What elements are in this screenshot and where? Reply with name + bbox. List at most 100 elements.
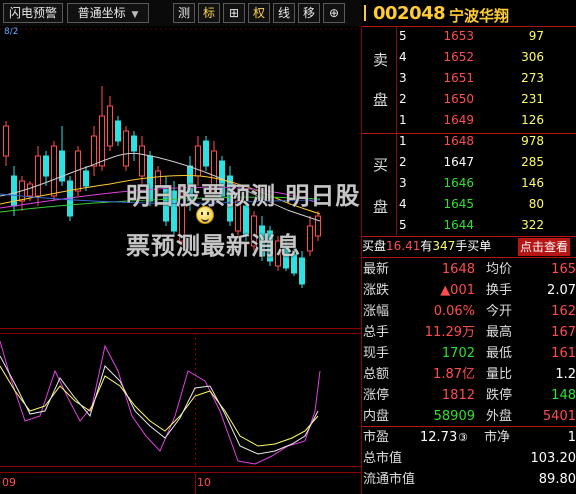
- trade-mid: 有: [420, 239, 433, 253]
- price: 1649: [443, 113, 474, 127]
- candlestick: [139, 145, 145, 177]
- mcap-row: 总市值 103.20: [362, 448, 576, 469]
- stat-right: 均价 165: [486, 259, 576, 280]
- stat-left: 现手 1702: [363, 343, 475, 364]
- asks-row[interactable]: 2 1650 231: [398, 92, 576, 114]
- view-detail-button[interactable]: 点击查看: [518, 238, 571, 256]
- bids-row[interactable]: 1 1648 978: [398, 134, 576, 156]
- float-label: 流通市值: [363, 472, 416, 487]
- coordinate-select[interactable]: 普通坐标 ▼: [67, 3, 149, 23]
- asks-row[interactable]: 4 1652 306: [398, 50, 576, 72]
- level: 1: [399, 134, 407, 148]
- level: 3: [399, 176, 407, 190]
- stat-value: 1702: [441, 346, 475, 361]
- bids-row[interactable]: 3 1646 146: [398, 176, 576, 198]
- asks-row[interactable]: 1 1649 126: [398, 113, 576, 135]
- candlestick: [3, 125, 9, 157]
- volume: 80: [528, 197, 544, 211]
- price: 1652: [443, 50, 474, 64]
- pe-row: 市盈 12.73 ③ 市净 1: [362, 427, 576, 448]
- flash-alert-button[interactable]: 闪电预警: [3, 3, 63, 23]
- measure-button[interactable]: 测: [173, 3, 195, 23]
- grid-icon[interactable]: ⊞: [223, 3, 245, 23]
- stat-key: 最低: [486, 346, 513, 361]
- coordinate-label: 普通坐标: [77, 6, 126, 20]
- stat-value: 162: [551, 304, 576, 319]
- volume: 306: [521, 50, 544, 64]
- stat-key: 涨跌: [363, 283, 390, 298]
- rights-button[interactable]: 权: [248, 3, 270, 23]
- stat-left: 最新 1648: [363, 259, 475, 280]
- stat-value: 165: [551, 262, 576, 277]
- candlestick: [27, 183, 33, 197]
- price: 1644: [443, 218, 474, 232]
- volume: 126: [521, 113, 544, 127]
- sell-side-label: 卖 盘: [362, 27, 397, 135]
- level: 4: [399, 197, 407, 211]
- stock-name: 宁波华翔: [449, 7, 510, 25]
- float-value: 89.80: [538, 472, 576, 487]
- stat-value: 0.06%: [433, 304, 475, 319]
- candlestick: [107, 105, 113, 147]
- trade-prefix: 买盘: [362, 239, 387, 253]
- pe-value: 12.73: [420, 430, 458, 445]
- stat-key: 涨停: [363, 388, 390, 403]
- line-button[interactable]: 线: [273, 3, 295, 23]
- volume: 146: [521, 176, 544, 190]
- stat-value: 148: [551, 388, 576, 403]
- asks-row[interactable]: 3 1651 273: [398, 71, 576, 93]
- big-order-bar: 买盘16.41有347手买单 点击查看: [362, 237, 576, 257]
- candlestick: [83, 170, 89, 187]
- candlestick: [299, 257, 305, 285]
- stat-left: 总额 1.87亿: [363, 364, 475, 385]
- price: 1645: [443, 197, 474, 211]
- chart-toolbar: 闪电预警 普通坐标 ▼ 测 标 ⊞ 权 线 移 ⊕: [0, 0, 362, 26]
- stat-key: 涨幅: [363, 304, 390, 319]
- flag-icon: [364, 5, 372, 21]
- stat-value: 1812: [441, 388, 475, 403]
- pb-value: 1: [567, 430, 576, 445]
- candlestick: [123, 130, 129, 167]
- candlestick: [99, 115, 105, 167]
- stat-value: 161: [551, 346, 576, 361]
- stat-value: 1.87亿: [433, 367, 475, 382]
- price: 1646: [443, 176, 474, 190]
- stock-header: 002048 宁波华翔: [362, 0, 576, 26]
- candlestick: [203, 140, 209, 167]
- asks-row[interactable]: 5 1653 97: [398, 29, 576, 51]
- mark-button[interactable]: 标: [198, 3, 220, 23]
- pe-label: 市盈: [363, 430, 390, 445]
- stat-key: 今开: [486, 304, 513, 319]
- stat-right: 换手 2.07: [486, 280, 576, 301]
- price: 1650: [443, 92, 474, 106]
- volume: 285: [521, 155, 544, 169]
- stat-key: 跌停: [486, 388, 513, 403]
- trade-qty: 347: [432, 239, 456, 253]
- stat-key: 量比: [486, 367, 513, 382]
- stat-value: 5401: [542, 409, 576, 424]
- candlestick: [91, 135, 97, 167]
- buy-side-label: 买 盘: [362, 134, 397, 235]
- pe-mark: ③: [458, 431, 468, 444]
- level: 2: [399, 92, 407, 106]
- bids-row[interactable]: 4 1645 80: [398, 197, 576, 219]
- watermark-line-2: 票预测最新消息: [126, 232, 301, 260]
- stat-left: 总手 11.29万: [363, 322, 475, 343]
- candlestick: [43, 155, 49, 177]
- level: 4: [399, 50, 407, 64]
- stat-key: 最新: [363, 262, 390, 277]
- watermark-line-1: 明日股票预测 明日股: [126, 182, 361, 210]
- level: 5: [399, 218, 407, 232]
- zoom-icon[interactable]: ⊕: [323, 3, 345, 23]
- stat-value: 11.29万: [424, 325, 475, 340]
- volume: 231: [521, 92, 544, 106]
- mcap-label: 总市值: [363, 451, 403, 466]
- level: 2: [399, 155, 407, 169]
- stock-code: 002048: [373, 3, 446, 24]
- move-button[interactable]: 移: [298, 3, 320, 23]
- mcap-value: 103.20: [530, 451, 576, 466]
- stat-value: 2.07: [547, 283, 576, 298]
- pb-label: 市净: [484, 430, 511, 445]
- bids-row[interactable]: 2 1647 285: [398, 155, 576, 177]
- candlestick: [115, 120, 121, 142]
